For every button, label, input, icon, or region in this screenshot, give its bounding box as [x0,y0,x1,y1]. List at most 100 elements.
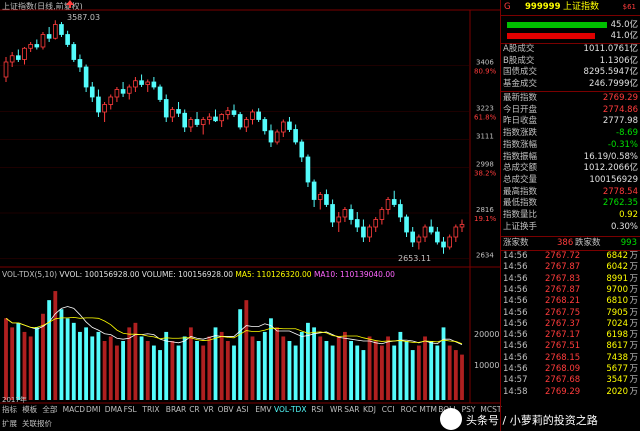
candle-body[interactable] [342,209,348,218]
indicator-tab[interactable]: FSL [124,404,137,416]
tick-row[interactable]: 14:56 2767.37 7024 万 [501,319,640,330]
candle-body[interactable] [170,109,175,118]
candle-body[interactable] [126,86,132,94]
candle-body[interactable] [404,216,409,233]
candle-body[interactable] [398,204,403,218]
candle-body[interactable] [416,236,422,243]
indicator-tab[interactable]: 指标 [2,404,17,416]
candle-body[interactable] [262,119,268,132]
candle-body[interactable] [299,141,305,158]
indicator-tab[interactable]: DMI [86,404,100,416]
candle-body[interactable] [330,204,335,223]
candle-body[interactable] [176,109,181,114]
candle-body[interactable] [385,199,391,210]
candle-body[interactable] [114,89,120,98]
indicator-tab[interactable]: TRIX [142,404,159,416]
candle-body[interactable] [133,80,138,88]
candle-body[interactable] [231,110,237,115]
indicator-tab[interactable]: OBV [218,404,234,416]
candle-body[interactable] [379,209,385,220]
indicator-tab[interactable]: VOL-TDX [274,404,306,416]
tick-row[interactable]: 14:56 2767.83 8991 万 [501,274,640,285]
indicator-tab[interactable]: MACD [63,404,85,416]
candle-body[interactable] [22,47,27,60]
candle-body[interactable] [207,116,212,120]
candle-body[interactable] [89,86,95,98]
candle-body[interactable] [274,131,280,143]
tick-row[interactable]: 14:56 2767.17 6198 万 [501,330,640,341]
indicator-tab[interactable]: KDJ [363,404,376,416]
candle-body[interactable] [16,55,21,60]
indicator-tab[interactable]: CCI [382,404,395,416]
indicator-tab[interactable]: ROC [401,404,417,416]
tick-row[interactable]: 14:56 2768.09 5677 万 [501,364,640,375]
indicator-tab[interactable]: CR [189,404,199,416]
candle-body[interactable] [441,241,446,248]
candle-body[interactable] [145,81,151,85]
candle-body[interactable] [52,24,58,39]
candle-body[interactable] [268,130,274,143]
candle-body[interactable] [163,99,169,118]
tick-row[interactable]: 14:56 2767.87 6042 万 [501,262,640,273]
candle-body[interactable] [422,226,428,238]
candle-body[interactable] [244,119,249,128]
candle-body[interactable] [410,231,416,243]
candle-body[interactable] [317,194,323,200]
candle-body[interactable] [96,96,101,113]
candle-body[interactable] [354,219,360,228]
candle-body[interactable] [237,114,243,128]
candle-body[interactable] [348,209,354,220]
candle-body[interactable] [293,129,298,143]
candle-body[interactable] [108,96,114,105]
indicator-tab[interactable]: 模板 [22,404,37,416]
indicator-tab[interactable]: 全部 [42,404,57,416]
indicator-tab[interactable]: DMA [105,404,122,416]
candle-body[interactable] [102,104,107,113]
tick-row[interactable]: 14:56 2768.15 7438 万 [501,353,640,364]
candle-body[interactable] [459,224,465,228]
candle-body[interactable] [305,156,311,183]
indicator-tab[interactable]: SAR [344,404,359,416]
candle-body[interactable] [59,24,64,35]
candle-body[interactable] [373,219,379,228]
candle-body[interactable] [391,199,397,205]
indicator-tab[interactable]: VR [203,404,213,416]
candle-body[interactable] [83,66,89,88]
candle-body[interactable] [157,86,163,100]
indicator-tab[interactable]: RSI [311,404,323,416]
candle-body[interactable] [9,55,15,63]
candle-body[interactable] [361,226,366,238]
indicator-tab[interactable]: MTM [419,404,437,416]
tick-list[interactable]: 14:56 2767.72 6842 万 14:56 2767.87 6042 万 14:56 2… [501,251,640,401]
indicator-tab[interactable]: ASI [236,404,248,416]
candle-body[interactable] [182,112,188,128]
candle-body[interactable] [336,216,342,223]
tab-related-quotes[interactable]: 关联报价 [22,418,52,429]
tab-extend[interactable]: 扩展 [2,418,17,429]
candle-body[interactable] [65,34,70,45]
candle-body[interactable] [40,34,46,48]
candle-body[interactable] [71,44,77,60]
tick-row[interactable]: 14:56 2767.72 6842 万 [501,251,640,262]
candle-body[interactable] [139,80,144,85]
candle-body[interactable] [311,181,317,200]
candle-body[interactable] [213,116,218,122]
tick-row[interactable]: 14:56 2768.21 6810 万 [501,296,640,307]
candle-body[interactable] [250,111,255,120]
tick-row[interactable]: 14:58 2769.29 2020 万 [501,387,640,398]
tick-row[interactable]: 14:57 2767.68 3547 万 [501,375,640,386]
candle-body[interactable] [194,119,200,125]
candle-body[interactable] [34,44,40,48]
candle-body[interactable] [46,34,52,39]
candle-body[interactable] [219,114,224,122]
tick-row[interactable]: 14:56 2767.75 7905 万 [501,308,640,319]
candle-body[interactable] [77,59,83,68]
candle-body[interactable] [367,226,372,238]
candle-body[interactable] [287,121,292,130]
indicator-tab[interactable]: EMV [255,404,271,416]
candle-body[interactable] [200,119,206,125]
candle-body[interactable] [428,226,434,233]
candle-body[interactable] [120,89,126,94]
kline-chart-area[interactable]: 上证指数(日线,前复权) 3406 80.9% 3223 61.8% 3111 2998 3… [0,0,500,431]
tick-row[interactable]: 14:56 2767.51 8617 万 [501,341,640,352]
